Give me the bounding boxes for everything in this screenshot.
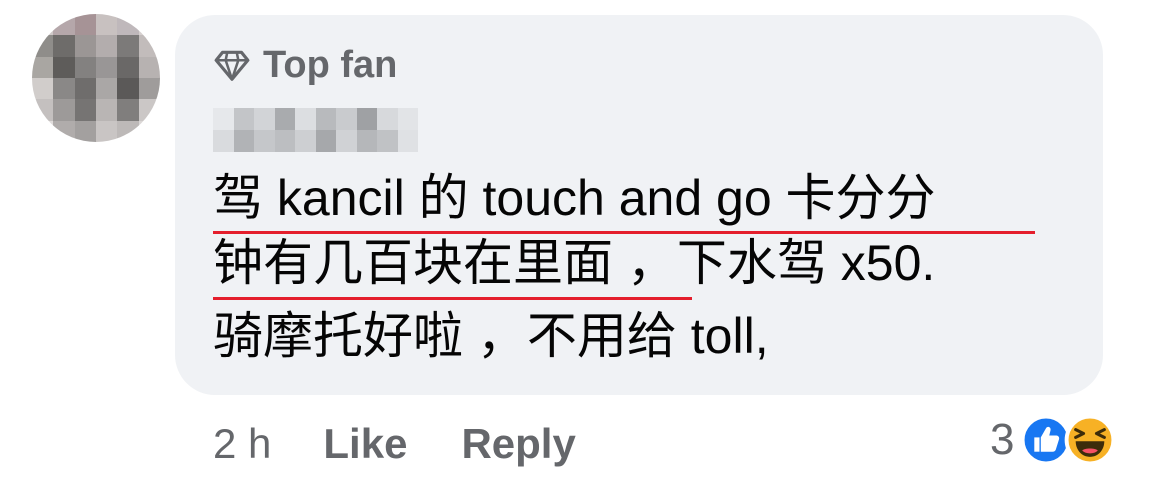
avatar-pixel (74, 120, 96, 142)
avatar-pixel (32, 99, 54, 121)
commenter-name-blurred[interactable] (213, 108, 418, 152)
name-pixel (336, 130, 357, 152)
reply-button[interactable]: Reply (461, 420, 575, 468)
like-button[interactable]: Like (323, 420, 407, 468)
avatar-pixel (138, 78, 160, 100)
reactions-summary[interactable]: 3 (990, 412, 1116, 468)
avatar-pixel (96, 14, 118, 36)
avatar-pixel (74, 14, 96, 36)
name-pixel (397, 108, 418, 130)
avatar[interactable] (32, 14, 160, 142)
name-pixel (397, 130, 418, 152)
avatar-pixel (74, 78, 96, 100)
top-fan-badge: Top fan (213, 42, 397, 88)
avatar-pixel (96, 56, 118, 78)
comment-text-line-3: 骑摩托好啦 ，不用给 toll, (213, 308, 769, 364)
name-pixel (274, 108, 295, 130)
avatar-pixel (117, 120, 139, 142)
avatar-pixel (32, 56, 54, 78)
comment-text-line-1: 驾 kancil 的 touch and go 卡分分 (213, 170, 936, 226)
comment-actions: 2 h Like Reply (213, 416, 630, 472)
avatar-pixel (96, 120, 118, 142)
avatar-pixel (32, 35, 54, 57)
name-pixel (233, 130, 254, 152)
avatar-pixel (138, 14, 160, 36)
name-pixel (315, 130, 336, 152)
avatar-pixel (74, 99, 96, 121)
name-pixel (377, 130, 398, 152)
underline-2 (213, 297, 692, 300)
avatar-pixel (53, 35, 75, 57)
avatar-pixel (138, 56, 160, 78)
avatar-pixel (53, 120, 75, 142)
name-pixel (356, 108, 377, 130)
avatar-pixel (74, 35, 96, 57)
avatar-pixel (53, 78, 75, 100)
name-pixel (213, 130, 234, 152)
avatar-pixel (96, 99, 118, 121)
avatar-pixel (32, 120, 54, 142)
name-pixel (254, 130, 275, 152)
timestamp[interactable]: 2 h (213, 420, 271, 468)
avatar-pixel (138, 35, 160, 57)
reaction-count: 3 (990, 415, 1015, 464)
avatar-pixel (53, 14, 75, 36)
avatar-pixel (138, 120, 160, 142)
name-pixel (377, 108, 398, 130)
name-pixel (295, 130, 316, 152)
name-pixel (356, 130, 377, 152)
avatar-pixel (53, 99, 75, 121)
name-pixel (315, 108, 336, 130)
avatar-pixel (32, 78, 54, 100)
name-pixel (233, 108, 254, 130)
comment-text-line-2: 钟有几百块在里面 ，下水驾 x50. (213, 235, 936, 291)
diamond-icon (214, 50, 250, 81)
badge-label: Top fan (263, 43, 398, 86)
avatar-pixel (117, 99, 139, 121)
name-pixel (336, 108, 357, 130)
haha-reaction-icon (1065, 414, 1116, 466)
avatar-pixel (32, 14, 54, 36)
avatar-pixel (117, 35, 139, 57)
name-pixel (274, 130, 295, 152)
name-pixel (213, 108, 234, 130)
avatar-pixel (117, 78, 139, 100)
name-pixel (254, 108, 275, 130)
avatar-pixel (96, 35, 118, 57)
avatar-pixel (53, 56, 75, 78)
avatar-pixel (96, 78, 118, 100)
avatar-pixel (117, 14, 139, 36)
name-pixel (295, 108, 316, 130)
avatar-pixel (117, 56, 139, 78)
avatar-pixel (138, 99, 160, 121)
avatar-pixel (74, 56, 96, 78)
